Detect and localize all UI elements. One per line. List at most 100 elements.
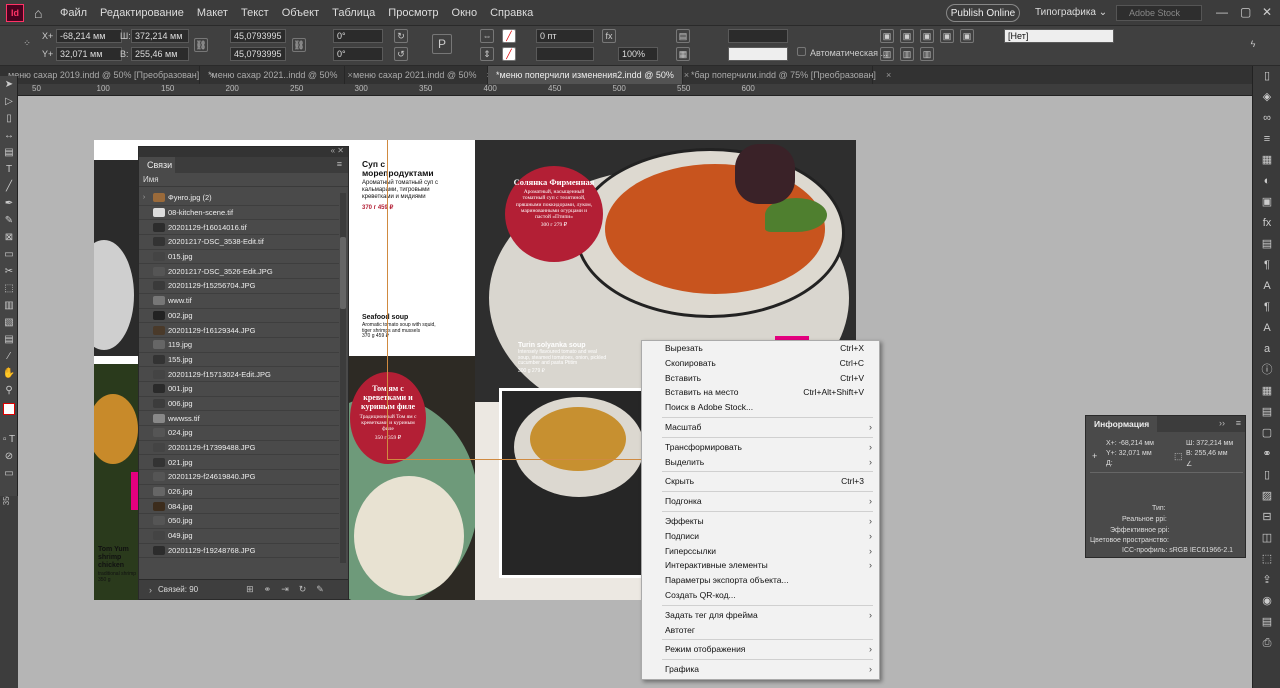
export-icon[interactable]: ⇪ <box>1253 570 1280 591</box>
stroke-preview[interactable] <box>728 47 788 61</box>
context-menu-item[interactable]: Трансформировать › <box>642 440 879 455</box>
rotation-field[interactable]: 0° <box>333 29 383 43</box>
content-collector-icon[interactable]: ▤ <box>0 144 18 161</box>
link-row[interactable]: www.tif <box>139 294 339 309</box>
color-icon[interactable]: ◐ <box>1253 171 1280 192</box>
relink-icon[interactable]: ⚭ <box>264 584 272 595</box>
output-icon[interactable]: ▤ <box>1253 612 1280 633</box>
hyperlinks-icon[interactable]: ⚭ <box>1253 444 1280 465</box>
link-row[interactable]: 001.jpg <box>139 382 339 397</box>
document-tab[interactable]: *бар поперчили.indd @ 75% [Преобразован]… <box>683 66 891 84</box>
home-icon[interactable]: ⌂ <box>34 5 50 21</box>
hand-tool-icon[interactable]: ✋ <box>0 365 18 382</box>
free-transform-tool-icon[interactable]: ⬚ <box>0 280 18 297</box>
publish-online-button[interactable]: Publish Online <box>946 4 1020 22</box>
link-row[interactable]: 20201129-f16129344.JPG <box>139 323 339 338</box>
links-scroll-thumb[interactable] <box>340 237 346 309</box>
info-tab[interactable]: Информация <box>1086 416 1158 432</box>
context-menu-item[interactable]: Вырезать Ctrl+X <box>642 341 879 356</box>
layers-icon[interactable]: ◈ <box>1253 87 1280 108</box>
effects-icon[interactable]: fx <box>602 29 616 43</box>
reference-point-icon[interactable]: ⁘ <box>20 37 34 51</box>
link-row[interactable]: 002.jpg <box>139 309 339 324</box>
edit-original-icon[interactable]: ✎ <box>316 584 324 595</box>
context-menu-item[interactable]: Гиперссылки › <box>642 544 879 559</box>
context-menu-item[interactable]: Эффекты › <box>642 514 879 529</box>
fit-content-icon[interactable]: ▣ <box>880 29 894 43</box>
update-link-icon[interactable]: ↻ <box>299 584 307 595</box>
apply-none-icon[interactable]: ⊘ <box>0 448 18 465</box>
context-menu-item[interactable]: Вставить Ctrl+V <box>642 371 879 386</box>
paragraph-icon[interactable]: ¶ <box>1253 255 1280 276</box>
menu-item[interactable]: Файл <box>60 7 87 19</box>
constrain-scale-icon[interactable]: ⛓ <box>292 38 306 52</box>
show-info-icon[interactable]: › <box>149 585 152 595</box>
align-center-icon[interactable]: ▥ <box>900 47 914 61</box>
expand-icon[interactable]: › <box>139 194 149 201</box>
zoom-tool-icon[interactable]: ⚲ <box>0 382 18 399</box>
link-row[interactable]: 20201217-DSC_3538-Edit.tif <box>139 235 339 250</box>
height-field[interactable]: 255,46 мм <box>131 47 189 61</box>
fill-none-icon[interactable]: ╱ <box>502 29 516 43</box>
opacity-field[interactable]: 100% <box>618 47 658 61</box>
links-column-name[interactable]: Имя <box>139 173 348 187</box>
context-menu-item[interactable]: Подписи › <box>642 529 879 544</box>
swatches-icon[interactable]: ▦ <box>1253 150 1280 171</box>
maximize-icon[interactable]: ▢ <box>1240 5 1251 19</box>
auto-fit-checkbox[interactable] <box>797 47 806 56</box>
link-row[interactable]: 20201217-DSC_3526-Edit.JPG <box>139 264 339 280</box>
panel-menu-icon[interactable]: ≡ <box>337 159 342 169</box>
link-row[interactable]: 024.jpg <box>139 426 339 441</box>
glyphs-icon[interactable]: a <box>1253 339 1280 360</box>
stroke-icon[interactable]: ≡ <box>1253 129 1280 150</box>
fit-proportional-icon[interactable]: ▣ <box>960 29 974 43</box>
pages-icon[interactable]: ▯ <box>1253 66 1280 87</box>
rotate-ccw-icon[interactable]: ↺ <box>394 47 408 61</box>
link-row[interactable]: 20201129-f15256704.JPG <box>139 279 339 294</box>
lightning-icon[interactable]: ϟ <box>1246 38 1260 52</box>
align-panel-icon[interactable]: ⊟ <box>1253 507 1280 528</box>
page-tool-icon[interactable]: ▯ <box>0 110 18 127</box>
pen-tool-icon[interactable]: ✒ <box>0 195 18 212</box>
context-menu-item[interactable]: Скрыть Ctrl+3 <box>642 474 879 489</box>
link-row[interactable]: 08-kitchen-scene.tif <box>139 206 339 221</box>
context-menu-item[interactable]: Масштаб › <box>642 420 879 435</box>
menu-item[interactable]: Просмотр <box>388 7 438 19</box>
link-row[interactable]: › Фунго.jpg (2) <box>139 191 339 206</box>
links-tab[interactable]: Связи <box>139 157 175 173</box>
line-tool-icon[interactable]: ╱ <box>0 178 18 195</box>
context-menu-item[interactable]: Автотег <box>642 623 879 638</box>
cc-libraries-icon[interactable]: ▣ <box>1253 192 1280 213</box>
flip-vertical-icon[interactable]: ⇕ <box>480 47 494 61</box>
direct-selection-tool-icon[interactable]: ▷ <box>0 93 18 110</box>
close-tab-icon[interactable]: × <box>886 66 891 84</box>
link-row[interactable]: 050.jpg <box>139 514 339 529</box>
bookmarks-icon[interactable]: ▯ <box>1253 465 1280 486</box>
selection-tool-icon[interactable]: ➤ <box>0 76 18 93</box>
flip-horizontal-icon[interactable]: ⇔ <box>480 29 494 43</box>
scale-y-field[interactable]: 45,0793995 <box>230 47 286 61</box>
fill-frame-icon[interactable]: ▣ <box>940 29 954 43</box>
context-menu-item[interactable]: Вставить на место Ctrl+Alt+Shift+V <box>642 385 879 400</box>
context-menu-item[interactable]: Поиск в Adobe Stock... <box>642 400 879 415</box>
link-row[interactable]: 20201129-f19248768.JPG <box>139 544 339 559</box>
link-row[interactable]: 026.jpg <box>139 485 339 500</box>
stroke-weight-field[interactable]: 0 пт <box>536 29 594 43</box>
table-icon[interactable]: ▦ <box>1253 381 1280 402</box>
link-row[interactable]: 20201129-f15713024-Edit.JPG <box>139 367 339 382</box>
shear-field[interactable]: 0° <box>333 47 383 61</box>
scale-x-field[interactable]: 45,0793995 <box>230 29 286 43</box>
links-scrollbar[interactable] <box>340 193 346 563</box>
pencil-tool-icon[interactable]: ✎ <box>0 212 18 229</box>
pathfinder-icon[interactable]: ◫ <box>1253 528 1280 549</box>
document-tab[interactable]: меню сахар 2021.indd @ 50%× <box>345 66 492 84</box>
screen-mode-icon[interactable]: ▭ <box>0 465 18 482</box>
link-row[interactable]: 20201129-f16014016.tif <box>139 220 339 236</box>
context-menu-item[interactable]: Создать QR-код... <box>642 588 879 603</box>
context-menu-item[interactable]: Скопировать Ctrl+C <box>642 356 879 371</box>
menu-item[interactable]: Объект <box>282 7 319 19</box>
character-styles-icon[interactable]: A <box>1253 318 1280 339</box>
link-row[interactable]: 006.jpg <box>139 397 339 412</box>
formatting-container-icon[interactable]: ▫ T <box>0 431 18 448</box>
link-row[interactable]: 20201129-f24619840.JPG <box>139 470 339 485</box>
